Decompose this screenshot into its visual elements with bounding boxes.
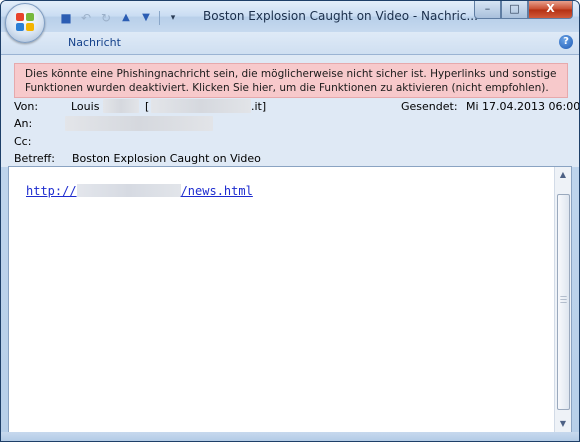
to-label: An: [14,117,33,130]
warning-text: Dies könnte eine Phishingnachricht sein,… [25,68,557,94]
from-address-open: [ [145,100,150,113]
redacted-sender-name [103,99,139,113]
cc-label: Cc: [14,135,32,148]
grip-icon: — — — [560,292,567,306]
maximize-button[interactable]: □ [501,1,528,19]
window-controls: – □ X [474,1,573,19]
scroll-up-icon[interactable]: ▲ [555,167,571,182]
office-button[interactable] [5,3,45,43]
from-label: Von: [14,100,39,113]
message-window: ■ ↶ ↻ ▲ ▼ ▾ Boston Explosion Caught on V… [0,0,580,442]
subject-value: Boston Explosion Caught on Video [72,152,261,165]
minimize-button[interactable]: – [474,1,501,19]
message-header: Dies könnte eine Phishingnachricht sein,… [1,55,579,167]
up-arrow-icon[interactable]: ▲ [119,11,133,25]
title-bar[interactable]: ■ ↶ ↻ ▲ ▼ ▾ Boston Explosion Caught on V… [1,1,579,43]
scroll-down-icon[interactable]: ▼ [555,416,571,431]
link-suffix: /news.html [180,184,253,198]
redacted-recipient [65,116,213,131]
scroll-thumb[interactable]: — — — [557,194,570,410]
tab-nachricht[interactable]: Nachricht [68,36,121,49]
undo-icon[interactable]: ↶ [79,11,93,25]
redacted-sender-address [151,99,251,113]
customize-icon[interactable]: ▾ [166,11,180,25]
from-address-close: .it] [251,100,267,113]
status-bar [1,432,579,441]
qat-separator [159,11,160,25]
message-body[interactable]: http:// /news.html ▲ — — — ▼ [8,166,572,433]
phishing-warning-bar[interactable]: Dies könnte eine Phishingnachricht sein,… [14,63,568,98]
close-button[interactable]: X [528,1,573,19]
vertical-scrollbar[interactable]: ▲ — — — ▼ [554,167,571,432]
ribbon: Nachricht ? [1,32,579,55]
save-icon[interactable]: ■ [59,11,73,25]
sent-value: Mi 17.04.2013 06:00 [466,100,580,113]
quick-access-toolbar: ■ ↶ ↻ ▲ ▼ ▾ [59,9,180,27]
link-prefix: http:// [26,184,77,198]
redacted-domain [76,184,181,197]
subject-label: Betreff: [14,152,55,165]
down-arrow-icon[interactable]: ▼ [139,11,153,25]
window-title: Boston Explosion Caught on Video - Nachr… [203,9,478,23]
sent-label: Gesendet: [401,100,458,113]
from-name[interactable]: Louis [71,100,99,113]
redo-icon[interactable]: ↻ [99,11,113,25]
office-logo-icon [16,13,34,31]
help-icon[interactable]: ? [559,35,573,49]
body-link[interactable]: http:// /news.html [26,184,253,198]
